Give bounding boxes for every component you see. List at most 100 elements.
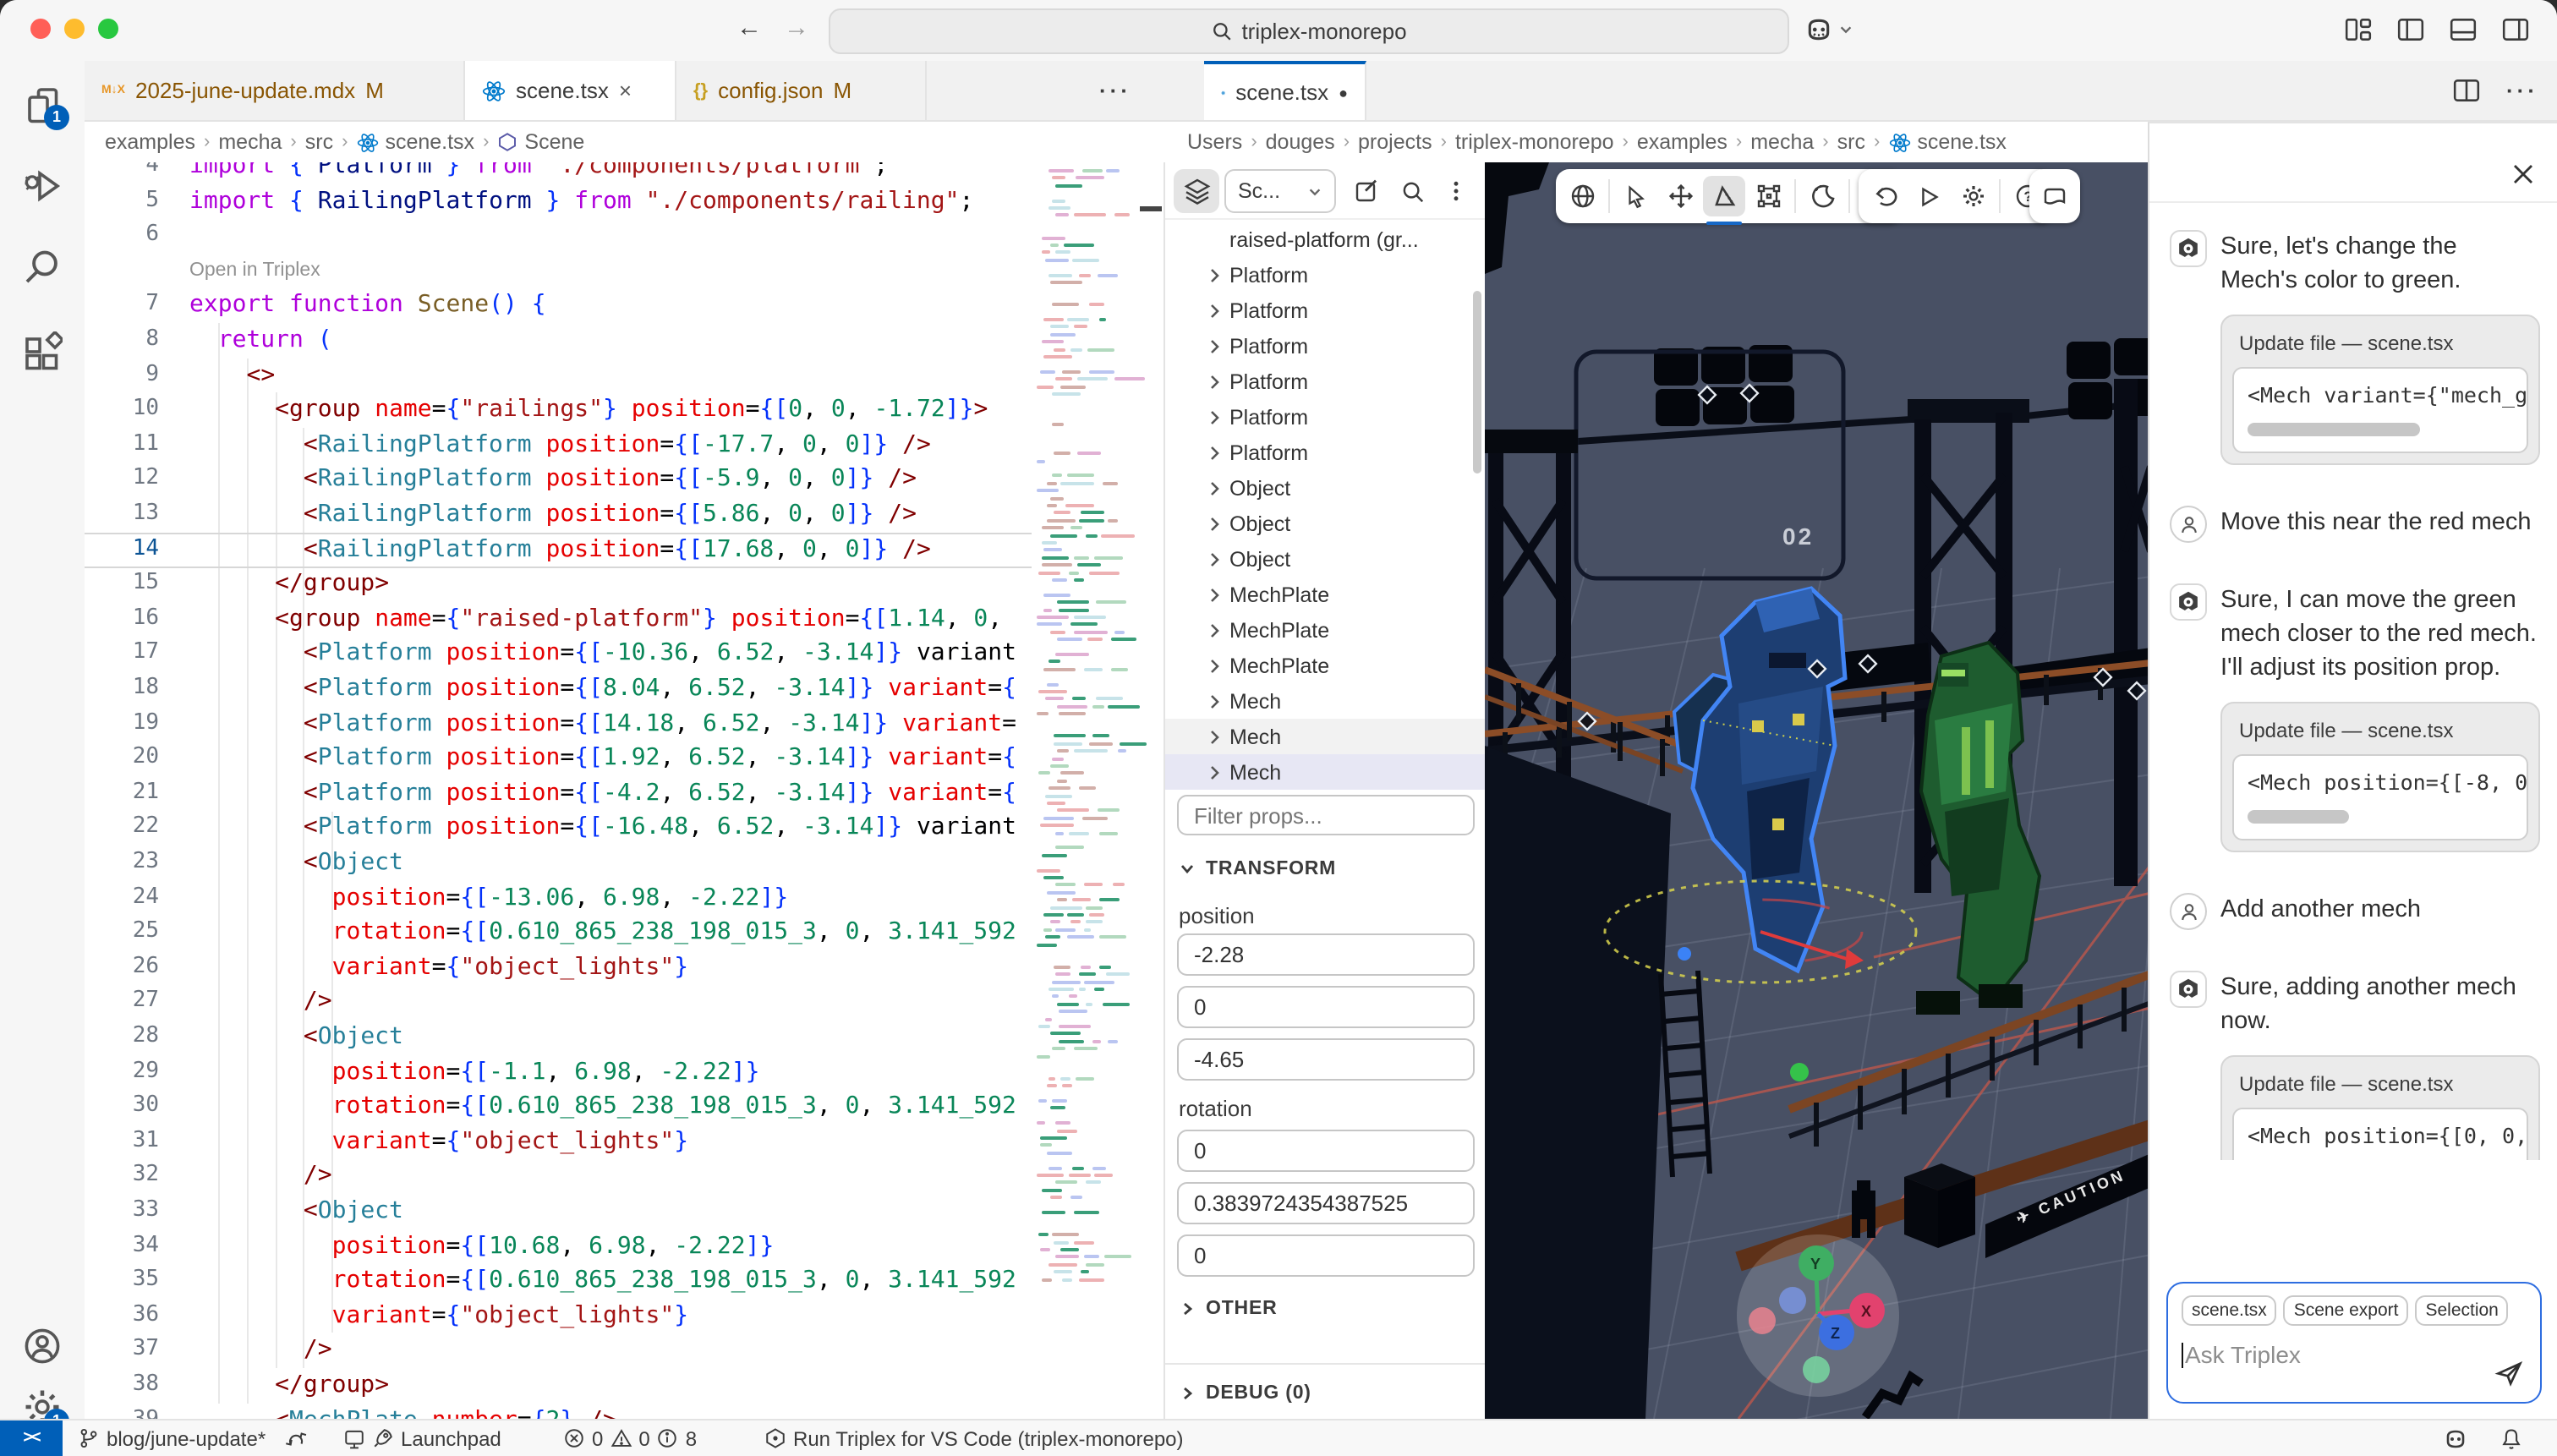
account-button[interactable] <box>22 1326 63 1366</box>
breadcrumb-item[interactable]: mecha <box>1750 130 1814 154</box>
chevron-right-icon[interactable] <box>1206 764 1229 780</box>
dirty-dot[interactable]: ● <box>1339 84 1348 101</box>
copilot-status-button[interactable] <box>2442 1420 2469 1456</box>
settings-button[interactable] <box>1952 176 1994 216</box>
close-chat-icon[interactable] <box>2510 161 2537 188</box>
breadcrumb-item-symbol[interactable]: Scene <box>497 130 584 154</box>
position-z-input[interactable]: -4.65 <box>1177 1038 1475 1081</box>
tree-row-mech[interactable]: Mech <box>1165 754 1485 790</box>
tree-row-mech[interactable]: Mech <box>1165 719 1485 754</box>
gizmo-green-handle[interactable] <box>1790 1063 1809 1081</box>
rotate-tool-button[interactable] <box>1703 176 1745 225</box>
chevron-right-icon[interactable] <box>1206 408 1229 425</box>
context-chip-selection[interactable]: Selection <box>2415 1295 2509 1326</box>
tree-row-platform[interactable]: Platform <box>1165 257 1485 293</box>
edit-component-button[interactable] <box>1346 169 1387 213</box>
breadcrumb-item[interactable]: mecha <box>218 130 282 154</box>
night-mode-button[interactable] <box>1801 176 1843 216</box>
breadcrumb-item[interactable]: projects <box>1358 130 1432 154</box>
chevron-right-icon[interactable] <box>1206 550 1229 567</box>
breadcrumb-item[interactable]: scene.tsx <box>356 130 474 154</box>
tab-scene-tsx-right-group[interactable]: scene.tsx ● <box>1204 61 1366 120</box>
tree-row-mech[interactable]: Mech <box>1165 683 1485 719</box>
toggle-secondary-sidebar-icon[interactable] <box>2501 15 2530 44</box>
chat-input[interactable]: scene.tsx Scene export Selection Ask Tri… <box>2166 1282 2542 1404</box>
command-center-search[interactable]: triplex-monorepo <box>829 8 1789 54</box>
screenshot-frame-button[interactable] <box>2033 176 2075 216</box>
scale-tool-button[interactable] <box>1747 176 1789 216</box>
chevron-right-icon[interactable] <box>1206 373 1229 390</box>
minimize-window-button[interactable] <box>64 19 85 39</box>
chevron-right-icon[interactable] <box>1206 266 1229 283</box>
tree-row-object[interactable]: Object <box>1165 470 1485 506</box>
forward-arrow-icon[interactable]: → <box>780 14 813 42</box>
git-branch-item[interactable]: blog/june-update* <box>78 1420 266 1456</box>
breadcrumb-item[interactable]: triplex-monorepo <box>1455 130 1614 154</box>
filter-props-input[interactable]: Filter props... <box>1177 795 1475 835</box>
split-editor-button[interactable] <box>2452 76 2481 105</box>
undo-button[interactable] <box>1864 176 1906 216</box>
gizmo-blue-handle[interactable] <box>1678 947 1691 961</box>
axis-neg-y-ball[interactable] <box>1803 1356 1830 1383</box>
tab-config-json[interactable]: {} config.json M <box>676 61 927 120</box>
tab-scene-tsx[interactable]: scene.tsx × <box>465 61 676 120</box>
copilot-menu[interactable] <box>1803 14 1853 46</box>
chevron-right-icon[interactable] <box>1206 479 1229 496</box>
tree-row-raised-platform--gr---[interactable]: raised-platform (gr... <box>1165 222 1485 257</box>
tree-row-object[interactable]: Object <box>1165 506 1485 541</box>
debug-section-header[interactable]: DEBUG (0) <box>1179 1383 1311 1404</box>
other-section-header[interactable]: OTHER <box>1179 1299 1278 1319</box>
select-tool-button[interactable] <box>1615 176 1657 216</box>
breadcrumb-item[interactable]: examples <box>105 130 195 154</box>
tab-2025-june-update[interactable]: M↓X 2025-june-update.mdx M <box>85 61 465 120</box>
notifications-button[interactable] <box>2500 1420 2523 1456</box>
axis-neg-z-ball[interactable] <box>1779 1287 1806 1314</box>
rotation-x-input[interactable]: 0 <box>1177 1130 1475 1172</box>
toggle-panel-icon[interactable] <box>2449 15 2478 44</box>
breadcrumb-item[interactable]: src <box>305 130 333 154</box>
mech-green[interactable] <box>1916 640 2042 1015</box>
codelens-open-in-triplex[interactable]: Open in Triplex <box>189 254 320 288</box>
send-button[interactable] <box>2494 1358 2525 1388</box>
tree-row-object[interactable]: Object <box>1165 541 1485 577</box>
customize-layout-icon[interactable] <box>2344 15 2373 44</box>
chevron-right-icon[interactable] <box>1206 302 1229 319</box>
editor-actions-more-button[interactable]: ··· <box>2506 78 2538 103</box>
chevron-right-icon[interactable] <box>1206 444 1229 461</box>
breadcrumb-item[interactable]: scene.tsx <box>1888 130 2007 154</box>
context-chip-scene-export[interactable]: Scene export <box>2283 1295 2409 1326</box>
tree-row-mechplate[interactable]: MechPlate <box>1165 612 1485 648</box>
close-window-button[interactable] <box>30 19 51 39</box>
more-tabs-button[interactable]: ··· <box>1099 78 1131 103</box>
tree-row-platform[interactable]: Platform <box>1165 328 1485 364</box>
orientation-gizmo[interactable]: Y X Z <box>1737 1234 1899 1397</box>
toggle-primary-sidebar-icon[interactable] <box>2396 15 2425 44</box>
position-x-input[interactable]: -2.28 <box>1177 933 1475 976</box>
tree-row-platform[interactable]: Platform <box>1165 399 1485 435</box>
zoom-window-button[interactable] <box>98 19 118 39</box>
close-tab-icon[interactable]: × <box>619 78 632 103</box>
tree-row-mechplate[interactable]: MechPlate <box>1165 577 1485 612</box>
tree-row-mechplate[interactable]: MechPlate <box>1165 648 1485 683</box>
play-button[interactable] <box>1908 176 1950 216</box>
breadcrumb-item[interactable]: douges <box>1266 130 1335 154</box>
remote-indicator[interactable]: >< <box>0 1420 63 1456</box>
chevron-right-icon[interactable] <box>1206 621 1229 638</box>
chevron-right-icon[interactable] <box>1206 586 1229 603</box>
tree-scrollbar[interactable] <box>1473 291 1481 473</box>
launchpad-item[interactable]: Launchpad <box>343 1420 501 1456</box>
chevron-right-icon[interactable] <box>1206 515 1229 532</box>
sidebar-item-extensions[interactable] <box>22 331 63 372</box>
scene-layers-button[interactable] <box>1174 169 1219 213</box>
context-chip-scene-tsx[interactable]: scene.tsx <box>2182 1295 2277 1326</box>
transform-section-header[interactable]: TRANSFORM <box>1179 859 1336 879</box>
world-tool-button[interactable] <box>1561 176 1603 216</box>
tree-row-platform[interactable]: Platform <box>1165 293 1485 328</box>
back-arrow-icon[interactable]: ← <box>732 14 766 42</box>
problems-item[interactable]: 0 0 8 <box>563 1420 697 1456</box>
chevron-right-icon[interactable] <box>1206 337 1229 354</box>
tree-row-platform[interactable]: Platform <box>1165 435 1485 470</box>
position-y-input[interactable]: 0 <box>1177 986 1475 1028</box>
axis-neg-x-ball[interactable] <box>1749 1307 1776 1334</box>
tree-row-platform[interactable]: Platform <box>1165 364 1485 399</box>
